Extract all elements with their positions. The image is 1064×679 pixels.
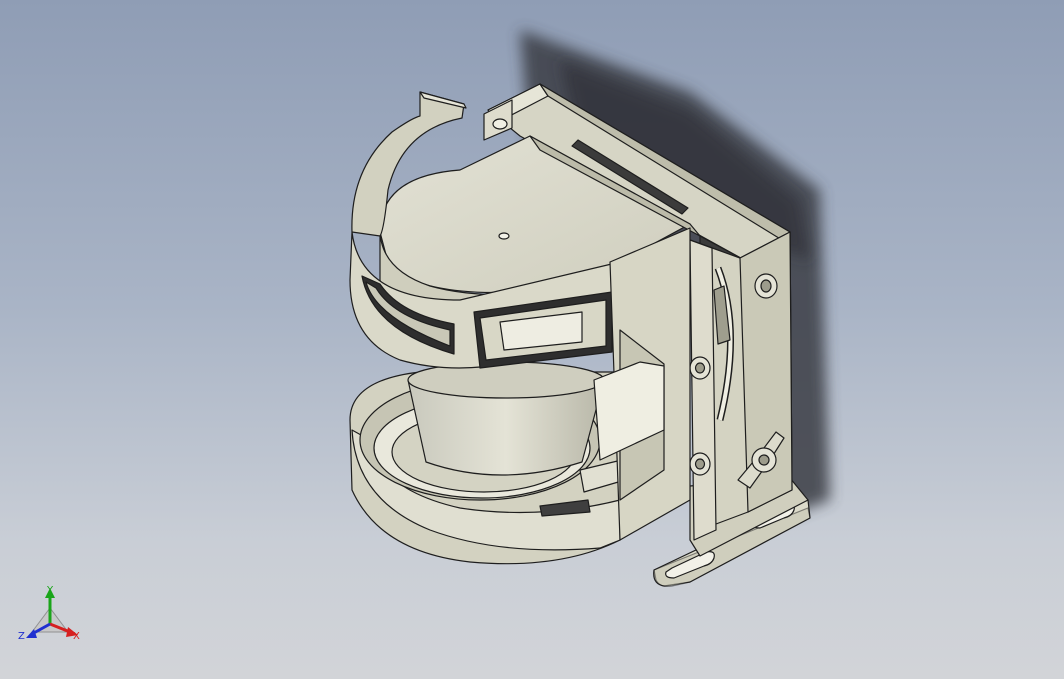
front-bracket-plate[interactable] [689, 231, 793, 541]
screw-lower-left-icon [689, 452, 711, 476]
screw-upper-right-icon [754, 273, 778, 299]
cad-viewport[interactable] [0, 0, 1064, 679]
screw-middle-icon [689, 356, 711, 380]
orientation-triad: Y X Z [18, 585, 80, 642]
z-axis-label: Z [18, 631, 25, 642]
x-axis-label: X [73, 631, 80, 642]
y-axis-label: Y [46, 585, 54, 596]
scanner-optical-cone[interactable] [407, 361, 605, 476]
